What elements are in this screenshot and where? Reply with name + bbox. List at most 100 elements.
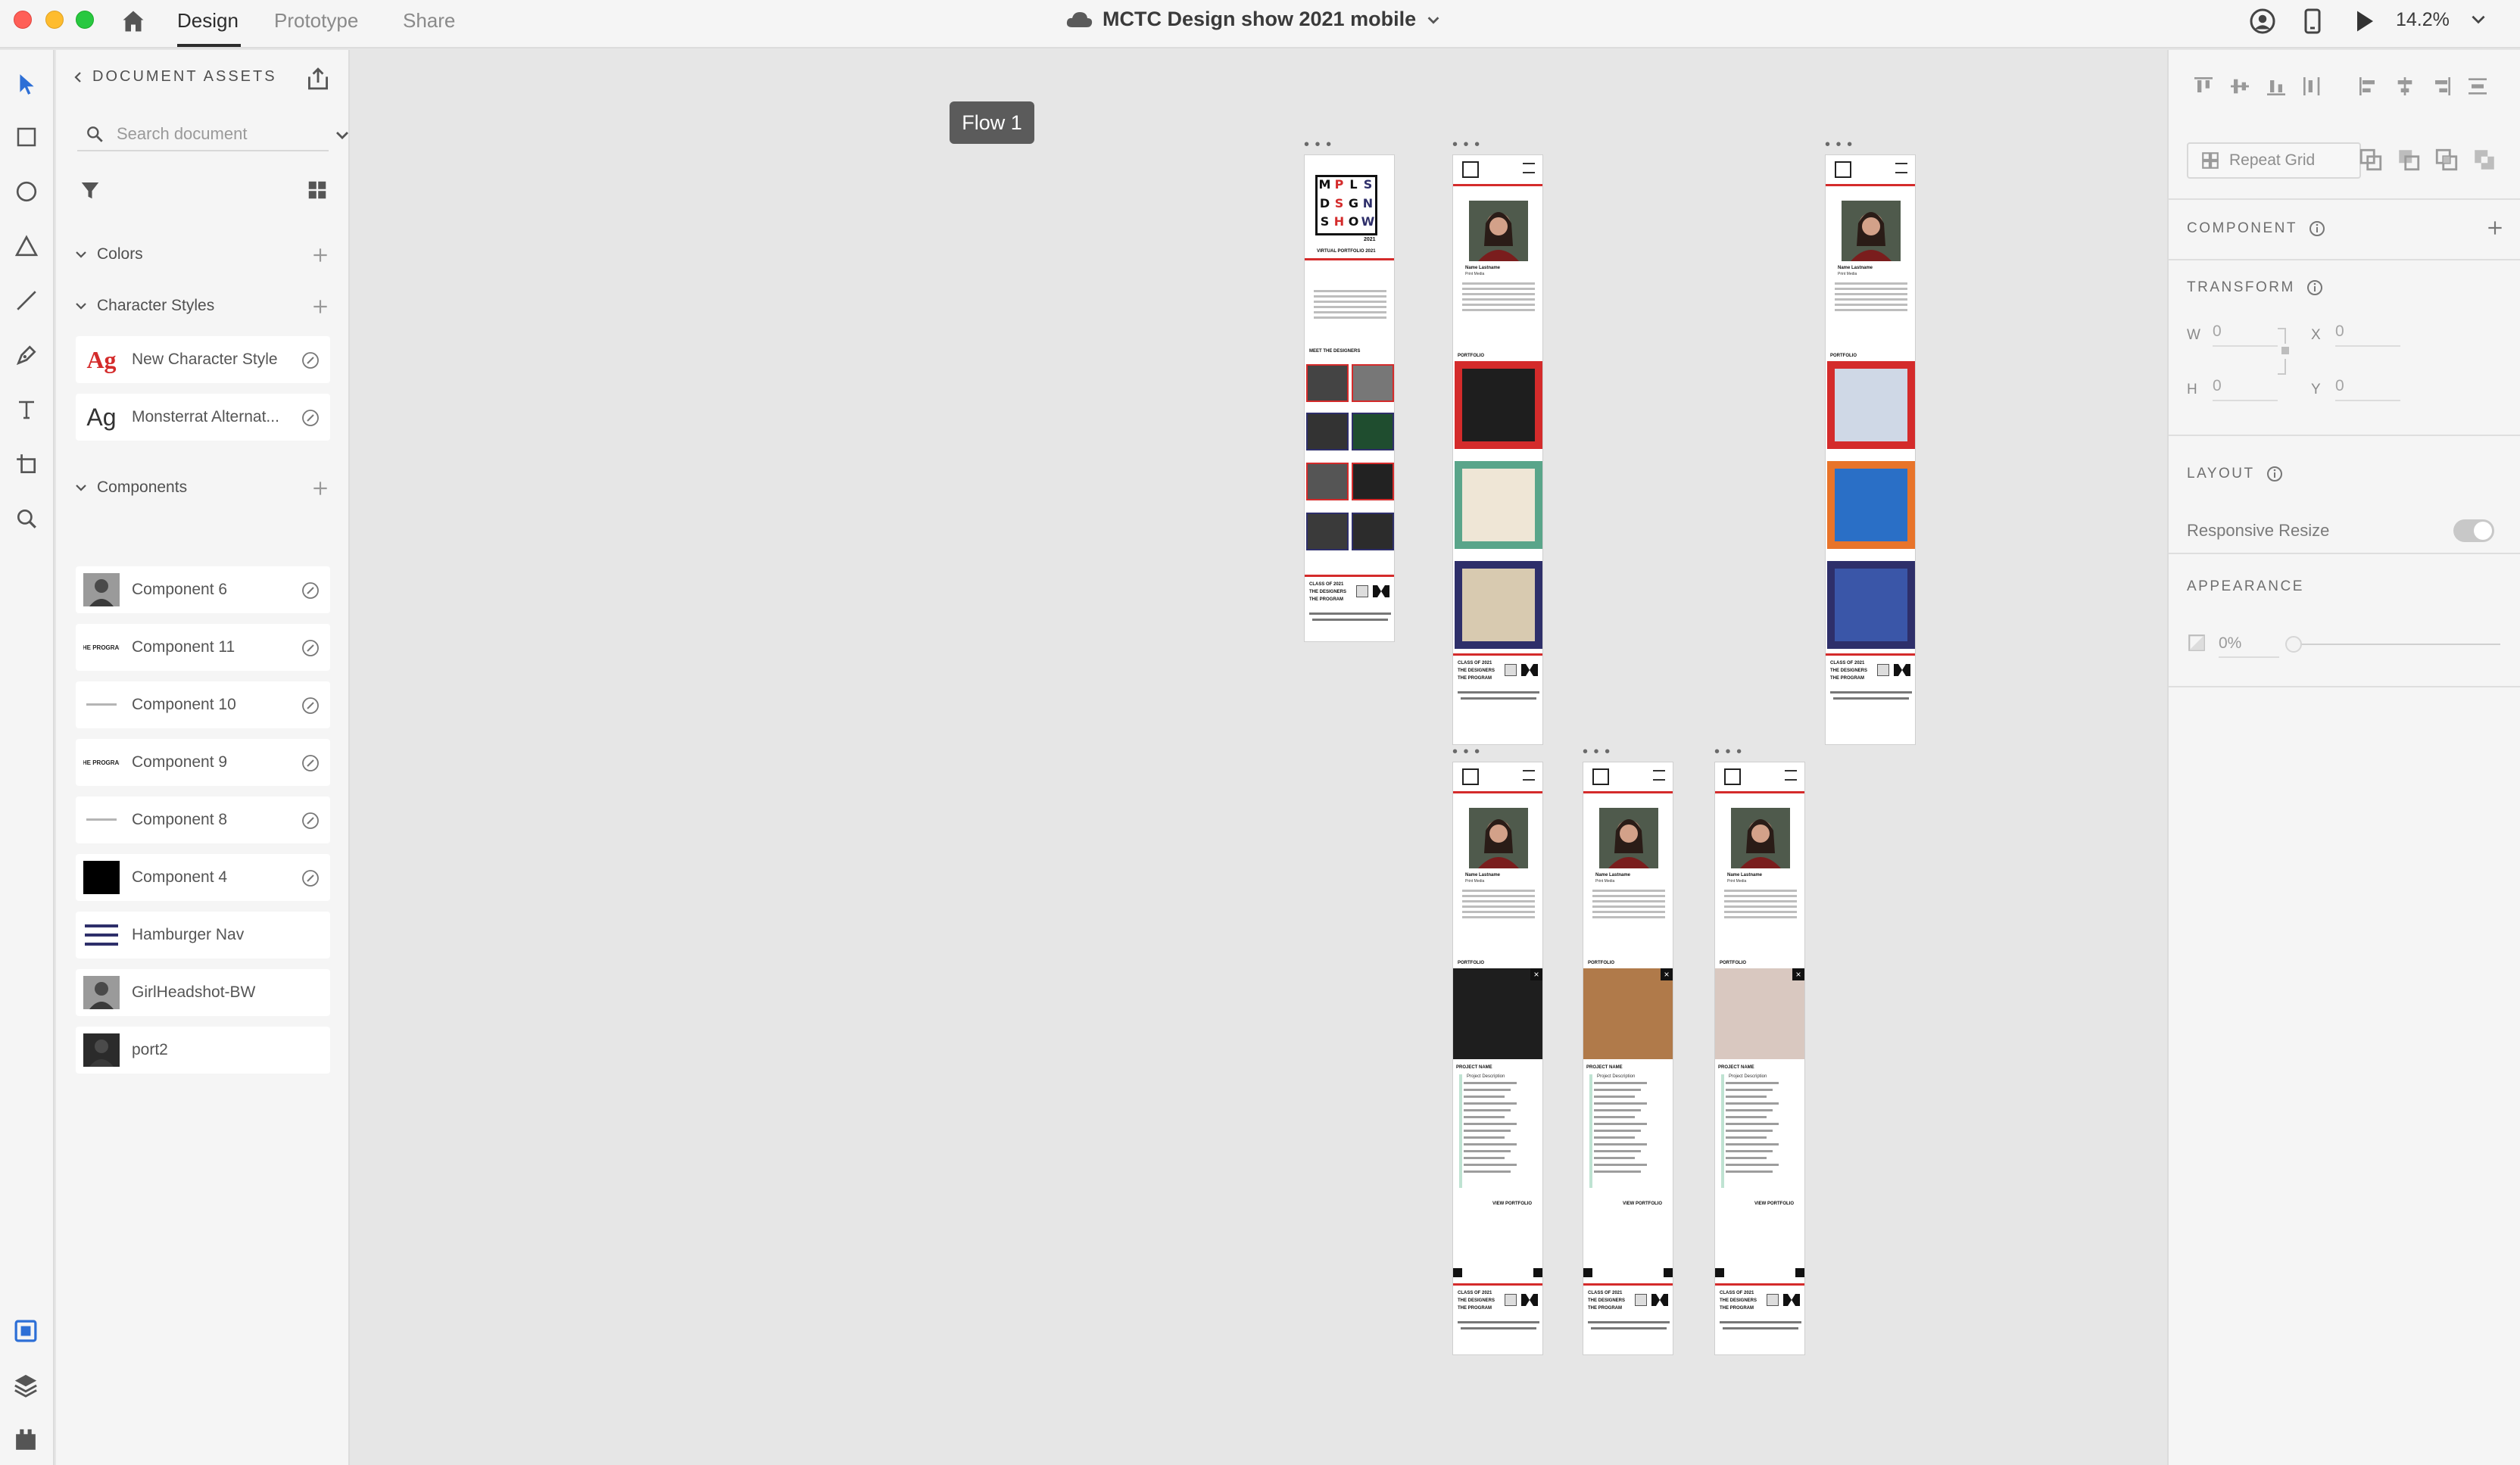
search-input[interactable]: [117, 121, 283, 147]
add-color-icon[interactable]: [310, 245, 330, 265]
link-icon[interactable]: [301, 639, 320, 657]
search-options-chevron-icon[interactable]: [333, 126, 351, 144]
artboard-handle[interactable]: • • •: [1583, 744, 1611, 759]
rectangle-tool[interactable]: [12, 123, 41, 151]
play-icon[interactable]: [2350, 8, 2378, 35]
artboard-profile-web[interactable]: Name Lastname Print Media PORTFOLIO CLASS O…: [1825, 154, 1916, 745]
flow-label[interactable]: Flow 1: [950, 101, 1034, 144]
previous-arrow-icon[interactable]: [1715, 1268, 1724, 1277]
link-icon[interactable]: [301, 351, 320, 369]
responsive-resize-toggle[interactable]: [2453, 519, 2494, 542]
previous-arrow-icon[interactable]: [1583, 1268, 1592, 1277]
layers-icon[interactable]: [12, 1372, 39, 1399]
select-tool[interactable]: [12, 70, 41, 98]
subtract-boolean-icon[interactable]: [2396, 147, 2422, 173]
grid-view-icon[interactable]: [306, 179, 329, 201]
component-item[interactable]: THE PROGRAM Component 9: [76, 739, 330, 786]
artboard-project-detail[interactable]: Name Lastname Print Media PORTFOLIO × PROJEC…: [1714, 762, 1805, 1355]
next-arrow-icon[interactable]: [1664, 1268, 1673, 1277]
fullscreen-window-button[interactable]: [76, 11, 94, 29]
link-icon[interactable]: [301, 409, 320, 427]
pen-tool[interactable]: [12, 341, 41, 369]
document-assets-icon[interactable]: [12, 1317, 39, 1345]
repeat-grid-button[interactable]: Repeat Grid: [2187, 142, 2361, 179]
opacity-slider-knob[interactable]: [2285, 636, 2302, 653]
artboard-profile-print[interactable]: Name Lastname Print Media PORTFOLIO CLASS O…: [1452, 154, 1543, 745]
text-tool[interactable]: [12, 395, 41, 424]
component-item[interactable]: Component 10: [76, 681, 330, 728]
width-field[interactable]: 0: [2213, 323, 2278, 347]
component-item[interactable]: Component 8: [76, 796, 330, 843]
share-export-icon[interactable]: [304, 65, 332, 92]
zoom-chevron-icon[interactable]: [2469, 9, 2488, 29]
line-tool[interactable]: [12, 286, 41, 315]
x-field[interactable]: 0: [2335, 323, 2400, 347]
colors-section-toggle[interactable]: Colors: [74, 245, 143, 263]
artboard-project-detail[interactable]: Name Lastname Print Media PORTFOLIO × PROJEC…: [1452, 762, 1543, 1355]
component-item[interactable]: Hamburger Nav: [76, 912, 330, 958]
height-field[interactable]: 0: [2213, 377, 2278, 401]
next-arrow-icon[interactable]: [1795, 1268, 1804, 1277]
document-title-button[interactable]: MCTC Design show 2021 mobile: [1065, 8, 1442, 31]
tab-prototype[interactable]: Prototype: [274, 9, 358, 33]
link-icon[interactable]: [301, 697, 320, 715]
component-item[interactable]: port2: [76, 1027, 330, 1074]
align-right-icon[interactable]: [2429, 74, 2453, 98]
align-top-icon[interactable]: [2191, 74, 2216, 98]
close-window-button[interactable]: [14, 11, 32, 29]
character-style-item[interactable]: Ag Monsterrat Alternat...: [76, 394, 330, 441]
artboard-tool[interactable]: [12, 450, 41, 478]
add-character-style-icon[interactable]: [310, 297, 330, 316]
design-canvas[interactable]: Flow 1 • • • M P L S D S G N S H O W 2021 VIRTUAL PORT…: [351, 50, 2166, 1465]
align-bottom-icon[interactable]: [2264, 74, 2288, 98]
align-middle-icon[interactable]: [2228, 74, 2252, 98]
opacity-field[interactable]: 0%: [2219, 634, 2279, 658]
artboard-handle[interactable]: • • •: [1452, 137, 1480, 152]
polygon-tool[interactable]: [12, 232, 41, 260]
component-item[interactable]: Component 6: [76, 566, 330, 613]
close-icon[interactable]: ×: [1792, 968, 1804, 980]
info-icon[interactable]: [2306, 279, 2324, 297]
opacity-slider-track[interactable]: [2293, 644, 2500, 645]
exclude-boolean-icon[interactable]: [2472, 147, 2497, 173]
home-icon[interactable]: [120, 8, 147, 35]
info-icon[interactable]: [2308, 220, 2326, 238]
artboard-handle[interactable]: • • •: [1452, 744, 1480, 759]
zoom-tool[interactable]: [12, 504, 41, 533]
add-component-plus-icon[interactable]: [2485, 218, 2505, 238]
link-icon[interactable]: [301, 754, 320, 772]
components-section-toggle[interactable]: Components: [74, 478, 187, 497]
component-item[interactable]: Component 4: [76, 854, 330, 901]
component-item[interactable]: GirlHeadshot-BW: [76, 969, 330, 1016]
link-icon[interactable]: [301, 869, 320, 887]
component-item[interactable]: THE PROGRAM Component 11: [76, 624, 330, 671]
character-styles-section-toggle[interactable]: Character Styles: [74, 297, 214, 315]
device-preview-icon[interactable]: [2299, 8, 2326, 35]
add-component-icon[interactable]: [310, 478, 330, 498]
info-icon[interactable]: [2266, 465, 2284, 483]
artboard-handle[interactable]: • • •: [1714, 744, 1742, 759]
tab-share[interactable]: Share: [403, 9, 455, 33]
character-style-item[interactable]: Ag New Character Style: [76, 336, 330, 383]
artboard-handle[interactable]: • • •: [1825, 137, 1853, 152]
next-arrow-icon[interactable]: [1533, 1268, 1542, 1277]
close-icon[interactable]: ×: [1661, 968, 1673, 980]
distribute-horizontal-icon[interactable]: [2465, 74, 2490, 98]
link-icon[interactable]: [301, 812, 320, 830]
y-field[interactable]: 0: [2335, 377, 2400, 401]
artboard-project-detail[interactable]: Name Lastname Print Media PORTFOLIO × PROJEC…: [1583, 762, 1673, 1355]
plugins-icon[interactable]: [12, 1426, 39, 1454]
artboard-handle[interactable]: • • •: [1304, 137, 1332, 152]
align-left-icon[interactable]: [2356, 74, 2381, 98]
tab-design[interactable]: Design: [177, 9, 239, 33]
lock-aspect-icon[interactable]: [2276, 324, 2293, 379]
add-boolean-icon[interactable]: [2358, 147, 2384, 173]
intersect-boolean-icon[interactable]: [2434, 147, 2459, 173]
previous-arrow-icon[interactable]: [1453, 1268, 1462, 1277]
minimize-window-button[interactable]: [45, 11, 64, 29]
align-center-icon[interactable]: [2393, 74, 2417, 98]
distribute-vertical-icon[interactable]: [2300, 74, 2325, 98]
assets-header[interactable]: DOCUMENT ASSETS: [71, 68, 277, 86]
ellipse-tool[interactable]: [12, 177, 41, 206]
filter-icon[interactable]: [79, 179, 101, 201]
